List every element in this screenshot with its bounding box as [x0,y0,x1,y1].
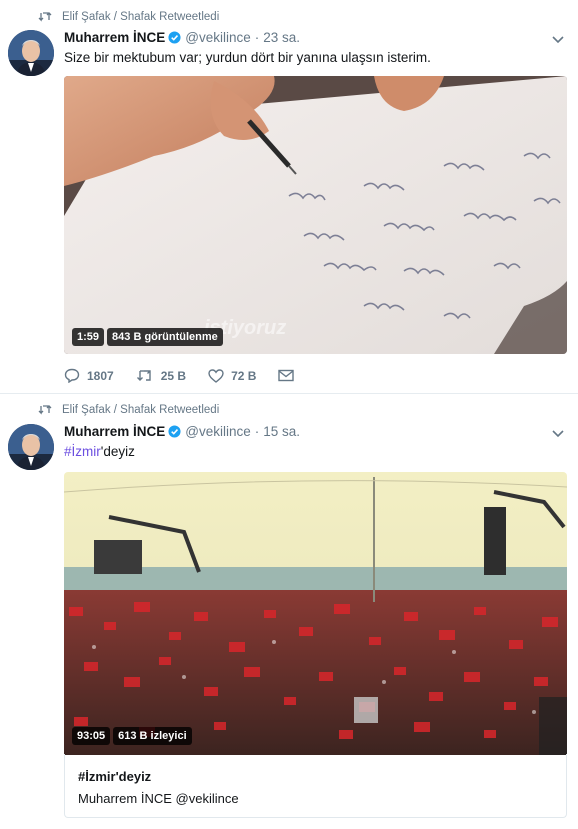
verified-badge-icon [168,425,181,438]
retweet-text[interactable]: Elif Şafak / Shafak Retweetledi [62,404,219,416]
video-player[interactable]: istiyoruz 1:59 843 B görüntülenme [64,76,567,354]
tweet-header: Muharrem İNCE @vekilince · 15 sa. [64,424,300,439]
hashtag-link[interactable]: #İzmir [64,444,101,459]
video-badge: 93:05 613 B izleyici [72,727,192,745]
reply-count: 1807 [87,368,114,383]
card-subtitle: Muharrem İNCE @vekilince [78,791,239,806]
verified-badge-icon [168,31,181,44]
separator-dot: · [254,424,260,439]
heart-icon [208,368,224,383]
tweet-2[interactable]: Elif Şafak / Shafak Retweetledi Muharrem… [0,396,578,829]
video-thumbnail [64,472,567,755]
retweet-context: Elif Şafak / Shafak Retweetledi [38,402,219,418]
chevron-down-icon[interactable] [552,430,564,438]
video-duration: 93:05 [72,727,111,745]
like-button[interactable]: 72 B [208,369,256,383]
reply-icon [64,368,80,383]
like-count: 72 B [231,368,257,383]
video-duration: 1:59 [72,328,105,346]
retweet-icon [38,12,52,22]
tweet-text-rest: 'deyiz [100,444,135,459]
avatar-image [8,424,54,470]
video-badge: 1:59 843 B görüntülenme [72,328,223,346]
separator-dot: · [254,30,260,45]
video-views: 843 B görüntülenme [107,328,223,346]
tweet-text: Size bir mektubum var; yurdun dört bir y… [64,50,431,65]
video-thumbnail: istiyoruz [64,76,567,354]
message-button[interactable] [278,369,301,382]
avatar-image [8,30,54,76]
author-handle[interactable]: @vekilince [185,30,250,45]
tweet-timestamp[interactable]: 23 sa. [263,30,300,45]
tweet-timestamp[interactable]: 15 sa. [263,424,300,439]
author-name[interactable]: Muharrem İNCE [64,30,165,45]
live-viewers: 613 B izleyici [113,727,192,745]
retweet-icon [136,369,151,381]
avatar[interactable] [8,424,54,470]
card-title: #İzmir'deyiz [78,769,152,784]
envelope-icon [278,369,295,382]
tweet-1[interactable]: Elif Şafak / Shafak Retweetledi Muharrem… [0,0,578,392]
tweet-text: #İzmir'deyiz [64,444,135,459]
retweet-context: Elif Şafak / Shafak Retweetledi [38,9,219,25]
tweet-actions: 1807 25 B 72 B [64,368,323,383]
retweet-count: 25 B [160,368,187,383]
tweet-header: Muharrem İNCE @vekilince · 23 sa. [64,30,300,45]
avatar[interactable] [8,30,54,76]
reply-button[interactable]: 1807 [64,368,114,383]
link-card[interactable]: #İzmir'deyiz Muharrem İNCE @vekilince [64,754,567,818]
tweet-divider [0,393,578,394]
live-video-player[interactable]: 93:05 613 B izleyici [64,472,567,755]
author-handle[interactable]: @vekilince [185,424,250,439]
retweet-icon [38,405,52,415]
author-name[interactable]: Muharrem İNCE [64,424,165,439]
chevron-down-icon[interactable] [552,36,564,44]
retweet-text[interactable]: Elif Şafak / Shafak Retweetledi [62,11,219,23]
retweet-button[interactable]: 25 B [136,369,186,383]
